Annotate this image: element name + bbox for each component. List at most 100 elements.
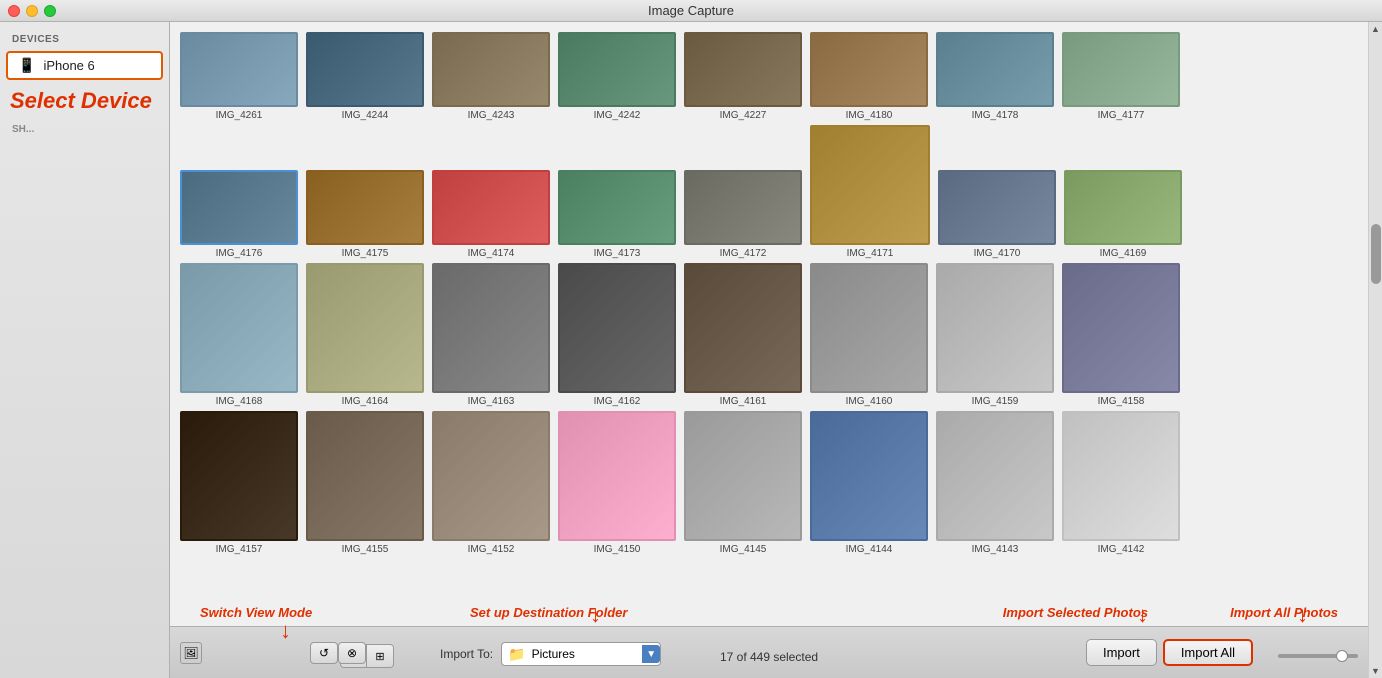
photo-item[interactable]: IMG_4162 <box>558 263 676 407</box>
device-item-iphone[interactable]: 📱 iPhone 6 <box>6 51 163 80</box>
photo-thumbnail[interactable] <box>558 411 676 541</box>
photo-item[interactable]: IMG_4178 <box>936 32 1054 121</box>
scrollbar-track[interactable] <box>1369 36 1382 664</box>
import-to-label: Import To: <box>440 647 493 661</box>
grid-view-button[interactable]: ⊞ <box>367 645 393 667</box>
photo-thumbnail[interactable] <box>684 411 802 541</box>
photo-thumbnail[interactable] <box>558 263 676 393</box>
add-location-button[interactable]: 🖼 <box>180 642 202 664</box>
photo-item[interactable]: IMG_4171 <box>810 125 930 259</box>
photo-thumbnail[interactable] <box>306 170 424 245</box>
photo-thumbnail[interactable] <box>306 411 424 541</box>
scroll-up-arrow[interactable]: ▲ <box>1369 22 1382 36</box>
photo-thumbnail[interactable] <box>810 32 928 107</box>
photo-item[interactable]: IMG_4261 <box>180 32 298 121</box>
photo-item[interactable]: IMG_4157 <box>180 411 298 555</box>
photo-label: IMG_4173 <box>594 248 641 259</box>
photo-thumbnail[interactable] <box>1062 411 1180 541</box>
photo-item[interactable]: IMG_4176 <box>180 170 298 259</box>
scroll-down-arrow[interactable]: ▼ <box>1369 664 1382 678</box>
photo-thumbnail[interactable] <box>180 32 298 107</box>
photo-thumbnail[interactable] <box>1062 263 1180 393</box>
photo-item[interactable]: IMG_4177 <box>1062 32 1180 121</box>
photo-thumbnail[interactable] <box>938 170 1056 245</box>
photo-thumbnail[interactable] <box>432 32 550 107</box>
photo-item[interactable]: IMG_4243 <box>432 32 550 121</box>
switch-view-arrow: ↓ <box>280 618 291 644</box>
photo-item[interactable]: IMG_4227 <box>684 32 802 121</box>
photo-item[interactable]: IMG_4180 <box>810 32 928 121</box>
traffic-lights[interactable] <box>8 5 56 17</box>
photo-label: IMG_4142 <box>1098 544 1145 555</box>
photo-item[interactable]: IMG_4152 <box>432 411 550 555</box>
photo-thumbnail[interactable] <box>180 411 298 541</box>
photo-item[interactable]: IMG_4150 <box>558 411 676 555</box>
photo-thumbnail[interactable] <box>558 170 676 245</box>
photo-item[interactable]: IMG_4163 <box>432 263 550 407</box>
close-button[interactable] <box>8 5 20 17</box>
photo-label: IMG_4227 <box>720 110 767 121</box>
photo-thumbnail[interactable] <box>180 170 298 245</box>
photo-item[interactable]: IMG_4155 <box>306 411 424 555</box>
photo-item[interactable]: IMG_4173 <box>558 170 676 259</box>
photo-item[interactable]: IMG_4142 <box>1062 411 1180 555</box>
photo-thumbnail[interactable] <box>432 170 550 245</box>
photo-thumbnail[interactable] <box>180 263 298 393</box>
photo-item[interactable]: IMG_4170 <box>938 170 1056 259</box>
photo-item[interactable]: IMG_4244 <box>306 32 424 121</box>
photo-thumbnail[interactable] <box>810 411 928 541</box>
rotate-button[interactable]: ↺ <box>310 642 338 664</box>
photo-label: IMG_4176 <box>216 248 263 259</box>
photo-label: IMG_4150 <box>594 544 641 555</box>
photo-thumbnail[interactable] <box>936 263 1054 393</box>
photo-row-1: IMG_4261 IMG_4244 IMG_4243IMG_4242 IMG_4227… <box>180 32 1358 121</box>
scrollbar-thumb[interactable] <box>1371 224 1381 284</box>
import-all-annotation: Import All Photos <box>1230 605 1338 620</box>
photo-item[interactable]: IMG_4175 <box>306 170 424 259</box>
photo-thumbnail[interactable] <box>306 263 424 393</box>
photo-label: IMG_4244 <box>342 110 389 121</box>
zoom-thumb[interactable] <box>1336 650 1348 662</box>
photo-item[interactable]: IMG_4169 <box>1064 170 1182 259</box>
scrollbar[interactable]: ▲ ▼ <box>1368 22 1382 678</box>
destination-folder-select[interactable]: 📁 Pictures ▼ <box>501 642 661 666</box>
photo-item[interactable]: IMG_4164 <box>306 263 424 407</box>
photo-thumbnail[interactable] <box>432 263 550 393</box>
photo-thumbnail[interactable] <box>684 170 802 245</box>
photo-thumbnail[interactable] <box>936 32 1054 107</box>
photo-thumbnail[interactable] <box>432 411 550 541</box>
photo-item[interactable]: IMG_4172 <box>684 170 802 259</box>
photo-item[interactable]: IMG_4158 <box>1062 263 1180 407</box>
photo-item[interactable]: IMG_4161 <box>684 263 802 407</box>
photo-item[interactable]: IMG_4143 <box>936 411 1054 555</box>
photo-thumbnail[interactable] <box>684 263 802 393</box>
destination-chevron[interactable]: ▼ <box>642 645 660 663</box>
photo-thumbnail[interactable] <box>936 411 1054 541</box>
stop-button[interactable]: ⊗ <box>338 642 366 664</box>
photo-thumbnail[interactable] <box>684 32 802 107</box>
photo-item[interactable]: IMG_4168 <box>180 263 298 407</box>
photo-item[interactable]: IMG_4145 <box>684 411 802 555</box>
photo-item[interactable]: IMG_4160 <box>810 263 928 407</box>
maximize-button[interactable] <box>44 5 56 17</box>
photo-thumbnail[interactable] <box>810 125 930 245</box>
photo-item[interactable]: IMG_4174 <box>432 170 550 259</box>
content-area: IMG_4261 IMG_4244 IMG_4243IMG_4242 IMG_4227… <box>170 22 1368 678</box>
zoom-slider[interactable] <box>1278 654 1358 658</box>
photo-thumbnail[interactable] <box>558 32 676 107</box>
import-button[interactable]: Import <box>1086 639 1157 666</box>
photo-item[interactable]: IMG_4144 <box>810 411 928 555</box>
photo-thumbnail[interactable] <box>306 32 424 107</box>
devices-header: DEVICES <box>0 30 169 49</box>
minimize-button[interactable] <box>26 5 38 17</box>
photo-thumbnail[interactable] <box>810 263 928 393</box>
photo-thumbnail[interactable] <box>1062 32 1180 107</box>
main-container: DEVICES 📱 iPhone 6 Select Device SH... I… <box>0 22 1382 678</box>
import-all-button[interactable]: Import All <box>1163 639 1253 666</box>
set-up-destination-annotation: Set up Destination Folder <box>470 605 627 620</box>
photo-thumbnail[interactable] <box>1064 170 1182 245</box>
photo-item[interactable]: IMG_4242 <box>558 32 676 121</box>
photo-item[interactable]: IMG_4159 <box>936 263 1054 407</box>
device-name: iPhone 6 <box>43 58 94 73</box>
photo-label: IMG_4169 <box>1100 248 1147 259</box>
